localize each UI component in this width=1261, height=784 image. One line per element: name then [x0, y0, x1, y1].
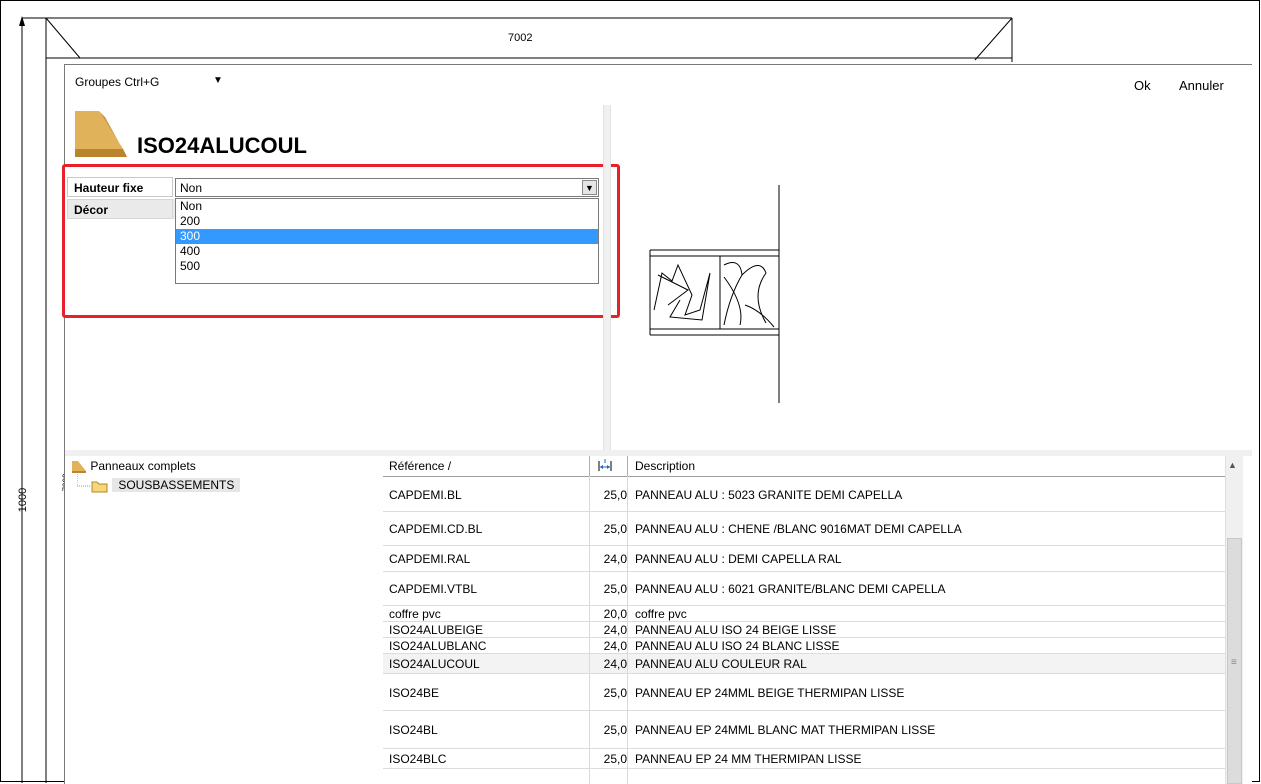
- cell-reference: ISO24ALUCOUL: [389, 657, 480, 671]
- decor-property-label: Décor: [67, 199, 173, 219]
- cell-description: PANNEAU ALU : 6021 GRANITE/BLANC DEMI CA…: [635, 582, 946, 596]
- table-row[interactable]: CAPDEMI.VTBL 25,0 PANNEAU ALU : 6021 GRANI…: [383, 572, 1225, 606]
- cell-description: PANNEAU ALU : DEMI CAPELLA RAL: [635, 552, 842, 566]
- column-line: [589, 476, 590, 784]
- column-header-description[interactable]: Description: [635, 458, 695, 474]
- table-row[interactable]: ISO24BE 25,0 PANNEAU EP 24MML BEIGE THERMI…: [383, 674, 1225, 711]
- cell-thickness: 25,0: [603, 487, 627, 502]
- cell-reference: ISO24ALUBLANC: [389, 639, 487, 653]
- table-scrollbar[interactable]: ▲ ≡: [1225, 456, 1243, 784]
- panel-section-drawing: [649, 185, 780, 403]
- tree-item-sousbassements[interactable]: SOUSBASSEMENTS: [91, 478, 241, 494]
- cell-thickness: 25,0: [603, 752, 627, 766]
- column-line: [627, 476, 628, 784]
- cell-description: PANNEAU ALU : 5023 GRANITE DEMI CAPELLA: [635, 487, 903, 502]
- cell-reference: ISO24BL: [389, 723, 438, 737]
- panel-selection-dialog: Groupes Ctrl+G ▼ Ok Annuler ISO24ALUCOUL…: [62, 64, 1252, 784]
- chevron-down-icon[interactable]: ▼: [582, 180, 597, 195]
- cell-thickness: 25,0: [603, 582, 627, 596]
- table-row[interactable]: ISO24ALUBLANC 24,0 PANNEAU ALU ISO 24 BLAN…: [383, 638, 1225, 654]
- cell-reference: ISO24BLC: [389, 752, 447, 766]
- cell-reference: coffre pvc: [389, 607, 441, 621]
- tree-child-label: SOUSBASSEMENTS: [112, 478, 241, 492]
- groups-dropdown-icon[interactable]: ▼: [213, 75, 223, 86]
- cell-thickness: 24,0: [603, 657, 627, 671]
- scroll-up-icon[interactable]: ▲: [1228, 460, 1237, 470]
- cell-reference: CAPDEMI.CD.BL: [389, 522, 483, 536]
- height-select[interactable]: Non ▼: [175, 178, 599, 197]
- cell-thickness: 25,0: [603, 685, 627, 700]
- table-header: Référence / Description: [383, 456, 1227, 477]
- table-row[interactable]: CAPDEMI.RAL 24,0 PANNEAU ALU : DEMI CAPELL…: [383, 546, 1225, 572]
- cell-thickness: 24,0: [603, 552, 627, 566]
- category-tree: Panneaux complets SOUSBASSEMENTS: [65, 456, 382, 784]
- thickness-icon[interactable]: [597, 458, 613, 474]
- dropdown-option[interactable]: Non: [176, 199, 598, 214]
- toolbar: Groupes Ctrl+G ▼ Ok Annuler: [65, 65, 1252, 105]
- cell-description: PANNEAU EP 24MML BEIGE THERMIPAN LISSE: [635, 685, 905, 700]
- product-title: ISO24ALUCOUL: [137, 133, 307, 158]
- column-separator[interactable]: [589, 456, 590, 476]
- cell-thickness: 24,0: [603, 623, 627, 637]
- cell-reference: CAPDEMI.VTBL: [389, 582, 478, 596]
- section-preview: [610, 105, 1252, 450]
- product-properties-panel: ISO24ALUCOUL Hauteur fixe Décor Non ▼ No…: [65, 105, 605, 450]
- cell-description: PANNEAU EP 24MML BLANC MAT THERMIPAN LIS…: [635, 723, 936, 737]
- table-row[interactable]: coffre pvc 20,0 coffre pvc: [383, 606, 1225, 622]
- cell-thickness: 25,0: [603, 723, 627, 737]
- cancel-button[interactable]: Annuler: [1179, 78, 1224, 93]
- cell-description: PANNEAU ALU ISO 24 BLANC LISSE: [635, 639, 840, 653]
- table-row[interactable]: CAPDEMI.CD.BL 25,0 PANNEAU ALU : CHENE /BL…: [383, 512, 1225, 546]
- grip-icon: ≡: [1231, 657, 1237, 668]
- cell-reference: CAPDEMI.BL: [389, 487, 462, 502]
- tree-root-label: Panneaux complets: [90, 459, 196, 473]
- table-row[interactable]: ISO24BL 25,0 PANNEAU EP 24MML BLANC MAT TH…: [383, 711, 1225, 749]
- groups-menu-button[interactable]: Groupes Ctrl+G: [75, 75, 159, 89]
- height-property-label: Hauteur fixe: [67, 177, 173, 197]
- cell-reference: CAPDEMI.RAL: [389, 552, 471, 566]
- cell-description: coffre pvc: [635, 607, 687, 621]
- height-dropdown-list[interactable]: Non 200 300 400 500: [175, 198, 599, 284]
- folder-icon: [91, 481, 108, 493]
- column-separator[interactable]: [627, 456, 628, 476]
- cell-thickness: 20,0: [603, 607, 627, 621]
- dimension-height-label: 1000: [17, 487, 30, 513]
- dropdown-option[interactable]: 500: [176, 259, 598, 274]
- height-select-value: Non: [180, 181, 203, 195]
- panel-table: Référence / Description CAPDEMI.BL 25,0 PA…: [383, 456, 1227, 784]
- table-row[interactable]: ISO24ALUBEIGE 24,0 PANNEAU ALU ISO 24 BEIG…: [383, 622, 1225, 638]
- column-header-reference[interactable]: Référence /: [389, 458, 451, 474]
- dimension-width-label: 7002: [508, 32, 533, 44]
- cell-description: PANNEAU ALU ISO 24 BEIGE LISSE: [635, 623, 837, 637]
- scrollbar-thumb[interactable]: ≡: [1227, 538, 1242, 784]
- dropdown-option[interactable]: 200: [176, 214, 598, 229]
- cell-reference: ISO24BE: [389, 685, 440, 700]
- dropdown-option-selected[interactable]: 300: [176, 229, 598, 244]
- table-row[interactable]: ISO24ALUCOUL 24,0 PANNEAU ALU COULEUR RAL: [383, 654, 1225, 674]
- cell-description: PANNEAU EP 24 MM THERMIPAN LISSE: [635, 752, 862, 766]
- cell-description: PANNEAU ALU : CHENE /BLANC 9016MAT DEMI …: [635, 522, 962, 536]
- panel-product-icon: [75, 111, 127, 157]
- cell-reference: ISO24ALUBEIGE: [389, 623, 484, 637]
- cell-thickness: 24,0: [603, 639, 627, 653]
- ok-button[interactable]: Ok: [1134, 78, 1151, 93]
- table-row[interactable]: ISO24BLC 25,0 PANNEAU EP 24 MM THERMIPAN L…: [383, 749, 1225, 769]
- cell-description: PANNEAU ALU COULEUR RAL: [635, 657, 807, 671]
- dropdown-option[interactable]: 400: [176, 244, 598, 259]
- table-row[interactable]: CAPDEMI.BL 25,0 PANNEAU ALU : 5023 GRANITE…: [383, 477, 1225, 512]
- row-divider: [383, 768, 1225, 769]
- cell-thickness: 25,0: [603, 522, 627, 536]
